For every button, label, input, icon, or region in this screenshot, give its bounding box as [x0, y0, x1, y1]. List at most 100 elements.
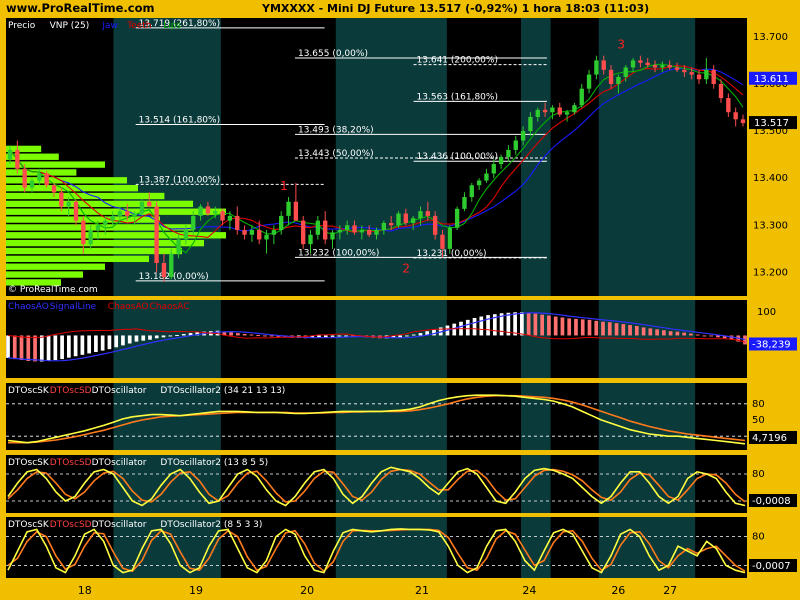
chaos-ao-bar — [553, 316, 558, 336]
candle-body — [323, 220, 328, 240]
fib-level-label: 13.641 (200,00%) — [417, 56, 498, 66]
session-band — [335, 517, 447, 578]
osc-legend-item: DTOscSK — [8, 520, 50, 530]
chaos-ao-bar — [67, 335, 71, 358]
chaos-ao-bar — [398, 335, 403, 338]
candle-body — [103, 220, 108, 226]
candle-body — [198, 206, 203, 216]
candle-body — [498, 157, 504, 165]
candle-body — [667, 65, 672, 68]
candle-body — [652, 65, 658, 68]
osc-axis-tick: 50 — [752, 415, 765, 426]
chaos-ao-bar — [100, 335, 105, 351]
x-axis-tick: 21 — [415, 584, 429, 597]
candle-body — [418, 211, 423, 219]
chaos-ao-bar — [682, 332, 686, 336]
wave-label: 1 — [280, 179, 288, 193]
candle-body — [161, 263, 167, 278]
candle-body — [117, 211, 123, 216]
candle-body — [315, 220, 321, 235]
price-axis-tick: 13.200 — [753, 267, 788, 278]
candle-body — [623, 67, 628, 77]
candle-body — [191, 215, 196, 231]
x-axis-tick: 27 — [663, 584, 677, 597]
fib-level-label: 13.493 (38,20%) — [298, 125, 374, 135]
chart-area: 13.719 (261,80%)13.514 (161,80%)13.387 (… — [6, 18, 797, 597]
chaos-ao-bar — [418, 333, 423, 336]
candle-body — [513, 140, 518, 150]
candle-body — [476, 180, 482, 186]
chaos-ao-bar — [533, 313, 538, 336]
chaos-ao-bar — [33, 335, 37, 362]
candle-body — [264, 234, 269, 240]
chaos-ao-bar — [19, 335, 24, 361]
chaos-ao-bar — [668, 331, 673, 336]
candle-body — [660, 65, 665, 68]
chaos-ao-bar — [80, 335, 85, 355]
chaos-ao-bar — [12, 335, 17, 360]
price-legend-item: Precio — [8, 21, 36, 31]
volume-profile-bar — [6, 192, 165, 200]
candle-body — [572, 105, 577, 113]
osc-axis-tick: 80 — [752, 532, 765, 543]
candle-body — [579, 88, 584, 106]
candle-body — [601, 60, 606, 70]
chaos-ao-bar — [547, 315, 551, 336]
candle-body — [220, 211, 225, 221]
chaos-ao-bar — [263, 335, 267, 337]
candle-body — [205, 206, 211, 214]
session-band — [598, 18, 696, 296]
candle-body — [308, 234, 313, 245]
chaos-ao-bar — [127, 335, 132, 344]
candle-body — [542, 109, 548, 113]
chaos-ao-bar — [580, 319, 585, 336]
chaos-ao-bar — [526, 312, 531, 336]
candle-body — [425, 211, 430, 216]
wave-label: 2 — [402, 261, 410, 275]
fib-level-label: 13.563 (161,80%) — [417, 92, 498, 102]
candle-body — [432, 215, 438, 235]
candle-body — [682, 69, 687, 73]
candle-body — [410, 218, 416, 223]
candle-body — [696, 74, 702, 80]
candle-body — [154, 206, 159, 264]
candle-body — [564, 112, 570, 115]
candle-body — [66, 201, 71, 207]
candle-body — [257, 230, 262, 240]
chaos-ao-bar — [743, 335, 747, 345]
watermark-text: © ProRealTime.com — [8, 285, 98, 295]
candle-body — [462, 197, 467, 209]
chaos-ao-bar — [675, 331, 680, 336]
volume-profile-bar — [6, 263, 105, 270]
candle-body — [366, 230, 372, 235]
candle-body — [528, 116, 533, 132]
chaos-ao-bar — [472, 317, 477, 336]
chaos-ao-bar — [520, 312, 524, 336]
candle-body — [29, 180, 35, 188]
osc-axis-tick: 80 — [752, 399, 765, 410]
candle-body — [59, 192, 64, 207]
fib-level-label: 13.514 (161,80%) — [139, 115, 220, 125]
chaos-ao-bar — [323, 335, 328, 338]
chaos-legend-item: ChaosAO — [8, 302, 49, 312]
chaos-legend-item: ChaosAO — [108, 302, 149, 312]
volume-profile-bar — [6, 271, 83, 278]
candle-body — [213, 211, 218, 214]
session-band — [520, 455, 551, 513]
candle-body — [301, 220, 306, 245]
candle-body — [110, 215, 115, 221]
chaos-ao-bar — [229, 332, 233, 336]
candle-body — [37, 173, 42, 181]
chaos-ao-bar — [242, 334, 247, 336]
candle-body — [330, 232, 335, 240]
session-band — [335, 383, 447, 450]
price-axis-tick: 13.400 — [753, 173, 788, 184]
chaos-ao-bar — [249, 334, 254, 336]
candle-body — [630, 60, 636, 68]
chaos-legend-item: SignalLine — [50, 302, 97, 312]
candle-body — [22, 168, 27, 188]
chaos-ao-bar — [114, 335, 119, 348]
chaos-ao-bar — [6, 335, 10, 358]
chaos-ao-bar — [405, 335, 409, 337]
chaos-ao-bar — [134, 335, 139, 342]
